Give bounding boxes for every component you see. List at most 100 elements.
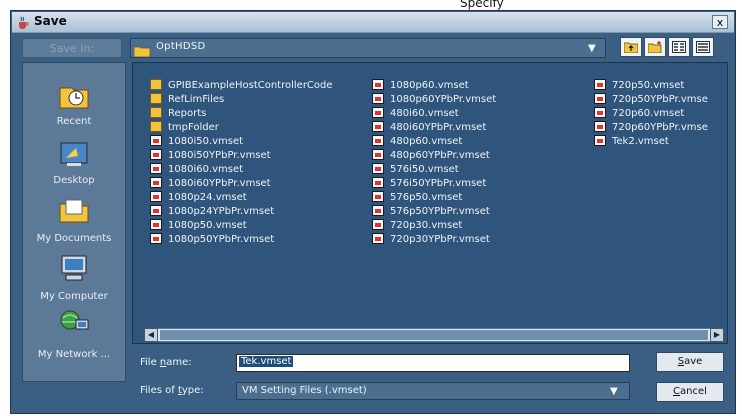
- place-my-documents-label[interactable]: My Documents: [22, 233, 126, 244]
- folder-item[interactable]: GPIBExampleHostControllerCode: [150, 79, 333, 93]
- file-name-value[interactable]: Tek.vmset: [239, 356, 294, 367]
- file-item[interactable]: 1080p60YPbPr.vmset: [372, 93, 496, 107]
- my-network-icon[interactable]: [56, 308, 92, 340]
- my-computer-icon[interactable]: [56, 254, 92, 286]
- vmset-file-icon: [150, 191, 162, 202]
- file-item[interactable]: 1080p60.vmset: [372, 79, 496, 93]
- vmset-file-icon: [372, 233, 384, 244]
- file-item[interactable]: 480i60YPbPr.vmset: [372, 121, 496, 135]
- file-type-label: Files of type:: [140, 385, 204, 396]
- file-item[interactable]: 480i60.vmset: [372, 107, 496, 121]
- place-my-computer-label[interactable]: My Computer: [22, 291, 126, 302]
- file-item[interactable]: 480p60YPbPr.vmset: [372, 149, 496, 163]
- save-button[interactable]: Save: [656, 352, 724, 372]
- file-item[interactable]: 576p50.vmset: [372, 191, 496, 205]
- folder-item[interactable]: RefLimFiles: [150, 93, 333, 107]
- vmset-file-icon: [150, 205, 162, 216]
- java-cup-icon: [16, 15, 30, 29]
- scroll-left-icon[interactable]: ◀: [144, 328, 158, 342]
- file-column-1: GPIBExampleHostControllerCode RefLimFiles…: [150, 79, 333, 247]
- file-item[interactable]: 720p60.vmset: [594, 107, 708, 121]
- vmset-file-icon: [594, 121, 606, 132]
- my-documents-icon[interactable]: [56, 196, 92, 228]
- save-in-value: OptHDSD: [156, 41, 206, 52]
- title-bar[interactable]: [12, 12, 734, 33]
- file-item[interactable]: 720p30.vmset: [372, 219, 496, 233]
- file-item[interactable]: 480p60.vmset: [372, 135, 496, 149]
- file-name-text: 1080p50.vmset: [168, 220, 247, 231]
- file-item[interactable]: 1080p50.vmset: [150, 219, 333, 233]
- vmset-file-icon: [372, 149, 384, 160]
- new-folder-icon: [648, 41, 662, 53]
- scroll-right-icon[interactable]: ▶: [710, 328, 724, 342]
- chevron-down-icon[interactable]: ▼: [610, 386, 618, 397]
- folder-icon: [150, 93, 162, 104]
- file-item[interactable]: 1080p50YPbPr.vmset: [150, 233, 333, 247]
- place-desktop-label[interactable]: Desktop: [22, 175, 126, 186]
- vmset-file-icon: [372, 205, 384, 216]
- file-name-text: 576i50.vmset: [390, 164, 459, 175]
- file-item[interactable]: 1080i50.vmset: [150, 135, 333, 149]
- file-item[interactable]: Tek2.vmset: [594, 135, 708, 149]
- file-item[interactable]: 576p50YPbPr.vmset: [372, 205, 496, 219]
- file-item[interactable]: 1080i50YPbPr.vmset: [150, 149, 333, 163]
- vmset-file-icon: [150, 135, 162, 146]
- recent-icon[interactable]: [56, 82, 92, 114]
- details-view-button[interactable]: [692, 37, 714, 57]
- file-item[interactable]: 720p50YPbPr.vmse: [594, 93, 708, 107]
- chevron-down-icon[interactable]: ▼: [588, 43, 596, 54]
- vmset-file-icon: [372, 135, 384, 146]
- file-item[interactable]: 720p50.vmset: [594, 79, 708, 93]
- desktop-icon[interactable]: [56, 140, 92, 172]
- file-name-text: 480i60YPbPr.vmset: [390, 122, 487, 133]
- list-view-icon: [672, 41, 686, 53]
- file-name-input[interactable]: [236, 354, 630, 372]
- vmset-file-icon: [372, 191, 384, 202]
- vmset-file-icon: [372, 79, 384, 90]
- vmset-file-icon: [372, 121, 384, 132]
- save-in-label: Save In:: [22, 38, 122, 58]
- list-view-button[interactable]: [668, 37, 690, 57]
- folder-item[interactable]: tmpFolder: [150, 121, 333, 135]
- file-name-text: 1080i50.vmset: [168, 136, 244, 147]
- background-text: Specify: [460, 0, 504, 10]
- up-folder-icon: [624, 42, 638, 53]
- vmset-file-icon: [150, 219, 162, 230]
- file-name-text: 480i60.vmset: [390, 108, 459, 119]
- folder-icon: [133, 42, 151, 61]
- file-item[interactable]: 576i50.vmset: [372, 163, 496, 177]
- details-view-icon: [696, 41, 710, 53]
- file-name-text: Reports: [168, 108, 207, 119]
- place-my-network-label[interactable]: My Network ...: [22, 349, 126, 360]
- file-name-text: Tek2.vmset: [612, 136, 669, 147]
- vmset-file-icon: [372, 163, 384, 174]
- file-name-text: 480p60.vmset: [390, 136, 463, 147]
- vmset-file-icon: [150, 177, 162, 188]
- file-name-text: 576p50YPbPr.vmset: [390, 206, 490, 217]
- cancel-button[interactable]: Cancel: [656, 382, 724, 402]
- file-item[interactable]: 720p30YPbPr.vmset: [372, 233, 496, 247]
- file-name-text: 720p60YPbPr.vmse: [612, 122, 708, 133]
- file-column-2: 1080p60.vmset 1080p60YPbPr.vmset 480i60.vm…: [372, 79, 496, 247]
- file-name-text: GPIBExampleHostControllerCode: [168, 80, 333, 91]
- new-folder-button[interactable]: [644, 37, 666, 57]
- file-name-text: 720p50YPbPr.vmse: [612, 94, 708, 105]
- folder-item[interactable]: Reports: [150, 107, 333, 121]
- file-item[interactable]: 1080p24.vmset: [150, 191, 333, 205]
- file-column-3: 720p50.vmset 720p50YPbPr.vmse 720p60.vmset…: [594, 79, 708, 149]
- dialog-title: Save: [34, 14, 67, 28]
- folder-icon: [150, 79, 162, 90]
- file-item[interactable]: 1080p24YPbPr.vmset: [150, 205, 333, 219]
- file-item[interactable]: 576i50YPbPr.vmset: [372, 177, 496, 191]
- file-name-text: 576i50YPbPr.vmset: [390, 178, 487, 189]
- close-button[interactable]: x: [712, 15, 728, 29]
- file-item[interactable]: 720p60YPbPr.vmse: [594, 121, 708, 135]
- file-name-text: 720p50.vmset: [612, 80, 685, 91]
- vmset-file-icon: [372, 219, 384, 230]
- up-one-level-button[interactable]: [620, 37, 642, 57]
- file-item[interactable]: 1080i60.vmset: [150, 163, 333, 177]
- file-item[interactable]: 1080i60YPbPr.vmset: [150, 177, 333, 191]
- scrollbar-thumb[interactable]: [160, 330, 708, 340]
- file-name-text: RefLimFiles: [168, 94, 225, 105]
- place-recent-label[interactable]: Recent: [22, 116, 126, 127]
